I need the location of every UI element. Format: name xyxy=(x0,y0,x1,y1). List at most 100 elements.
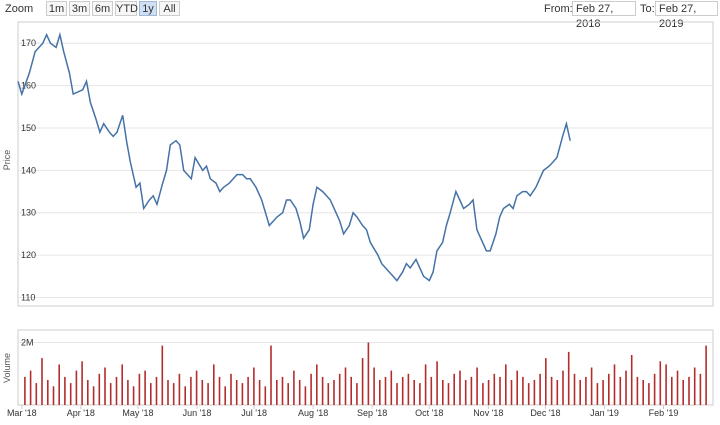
volume-bar xyxy=(659,361,662,406)
price-axis-title: Price xyxy=(2,150,12,171)
volume-bar xyxy=(327,383,330,405)
volume-bar xyxy=(161,345,164,405)
volume-bar xyxy=(379,380,381,405)
volume-bar xyxy=(115,376,118,405)
volume-bar xyxy=(464,380,467,405)
volume-bar xyxy=(419,383,421,405)
volume-bar xyxy=(665,364,667,405)
volume-bar xyxy=(172,383,175,405)
volume-bar xyxy=(527,383,530,405)
volume-bar xyxy=(138,373,141,406)
volume-bar xyxy=(613,364,616,405)
volume-bar xyxy=(29,370,32,405)
volume-bar xyxy=(585,376,587,405)
volume-bar xyxy=(539,373,541,406)
volume-bar xyxy=(676,370,679,405)
price-line xyxy=(17,31,571,282)
volume-bar xyxy=(270,345,272,405)
volume-bar xyxy=(442,380,444,405)
volume-bar xyxy=(619,376,622,405)
volume-bar xyxy=(550,376,553,405)
volume-bar xyxy=(487,380,490,405)
volume-bar xyxy=(373,367,375,405)
volume-bar xyxy=(224,386,226,406)
volume-bar xyxy=(132,386,135,406)
volume-bar xyxy=(562,370,564,405)
volume-bar xyxy=(316,364,318,405)
volume-bar xyxy=(344,367,347,405)
volume-bar xyxy=(24,376,26,405)
volume-bar xyxy=(321,376,324,405)
volume-bar xyxy=(293,370,295,405)
volume-bar xyxy=(253,367,255,405)
volume-bar xyxy=(699,373,702,406)
volume-bar xyxy=(195,370,198,405)
volume-bar xyxy=(241,383,244,405)
volume-bar xyxy=(218,376,221,405)
volume-bar xyxy=(453,373,455,406)
volume-bar xyxy=(338,373,341,406)
volume-bar xyxy=(625,370,627,405)
volume-tick-label: 2M xyxy=(21,338,34,348)
volume-bar xyxy=(636,376,639,405)
volume-bar xyxy=(287,383,289,405)
volume-bar xyxy=(304,386,307,406)
x-tick-label: Sep '18 xyxy=(357,408,387,418)
volume-bar xyxy=(35,383,38,405)
volume-bar xyxy=(693,367,696,405)
volume-bar xyxy=(516,370,518,405)
volume-bar xyxy=(81,361,83,406)
volume-bar xyxy=(92,386,95,406)
volume-bar xyxy=(47,380,49,405)
volume-bar xyxy=(367,342,370,405)
volume-bar xyxy=(653,373,656,406)
x-tick-label: Mar '18 xyxy=(7,408,37,418)
volume-bar xyxy=(190,376,192,405)
x-tick-label: Nov '18 xyxy=(473,408,503,418)
volume-bar xyxy=(350,376,352,405)
x-tick-label: Aug '18 xyxy=(298,408,328,418)
volume-bar xyxy=(533,380,536,405)
x-tick-label: Jan '19 xyxy=(590,408,619,418)
volume-bar xyxy=(688,376,690,405)
price-tick-label: 110 xyxy=(21,293,35,303)
volume-axis-title: Volume xyxy=(2,353,12,383)
volume-bar xyxy=(127,380,129,405)
volume-bar xyxy=(264,386,267,406)
volume-bar xyxy=(298,380,301,405)
volume-bar xyxy=(436,361,438,406)
volume-bar xyxy=(384,376,387,405)
volume-bar xyxy=(430,376,433,405)
volume-bar xyxy=(104,367,106,405)
volume-bar xyxy=(155,376,158,405)
volume-bar xyxy=(310,373,312,406)
price-tick-label: 120 xyxy=(21,250,36,260)
volume-bar xyxy=(230,373,232,406)
volume-bar xyxy=(396,383,398,405)
price-tick-label: 170 xyxy=(21,38,36,48)
x-tick-label: Jul '18 xyxy=(241,408,267,418)
price-tick-label: 150 xyxy=(21,123,36,133)
volume-bar xyxy=(98,373,101,406)
x-tick-label: Jun '18 xyxy=(183,408,212,418)
stock-chart: 110120130140150160170 2M Mar '18 Apr '18 M… xyxy=(2,21,714,418)
volume-bar xyxy=(87,380,89,405)
volume-bar xyxy=(590,367,593,405)
volume-bar xyxy=(247,376,249,405)
volume-bar xyxy=(596,383,599,405)
x-tick-label: Feb '19 xyxy=(649,408,679,418)
volume-bar xyxy=(64,376,66,405)
volume-bar xyxy=(356,383,358,405)
volume-bar xyxy=(573,373,576,406)
volume-bar xyxy=(499,376,501,405)
volume-bar xyxy=(545,358,547,405)
volume-bar xyxy=(579,380,581,405)
volume-bar xyxy=(281,376,284,405)
volume-bar xyxy=(447,383,450,405)
volume-bar xyxy=(671,376,673,405)
volume-bar xyxy=(522,376,524,405)
price-tick-label: 130 xyxy=(21,208,36,218)
x-tick-label: Apr '18 xyxy=(67,408,95,418)
volume-bar xyxy=(276,380,278,405)
price-tick-label: 140 xyxy=(21,165,36,175)
